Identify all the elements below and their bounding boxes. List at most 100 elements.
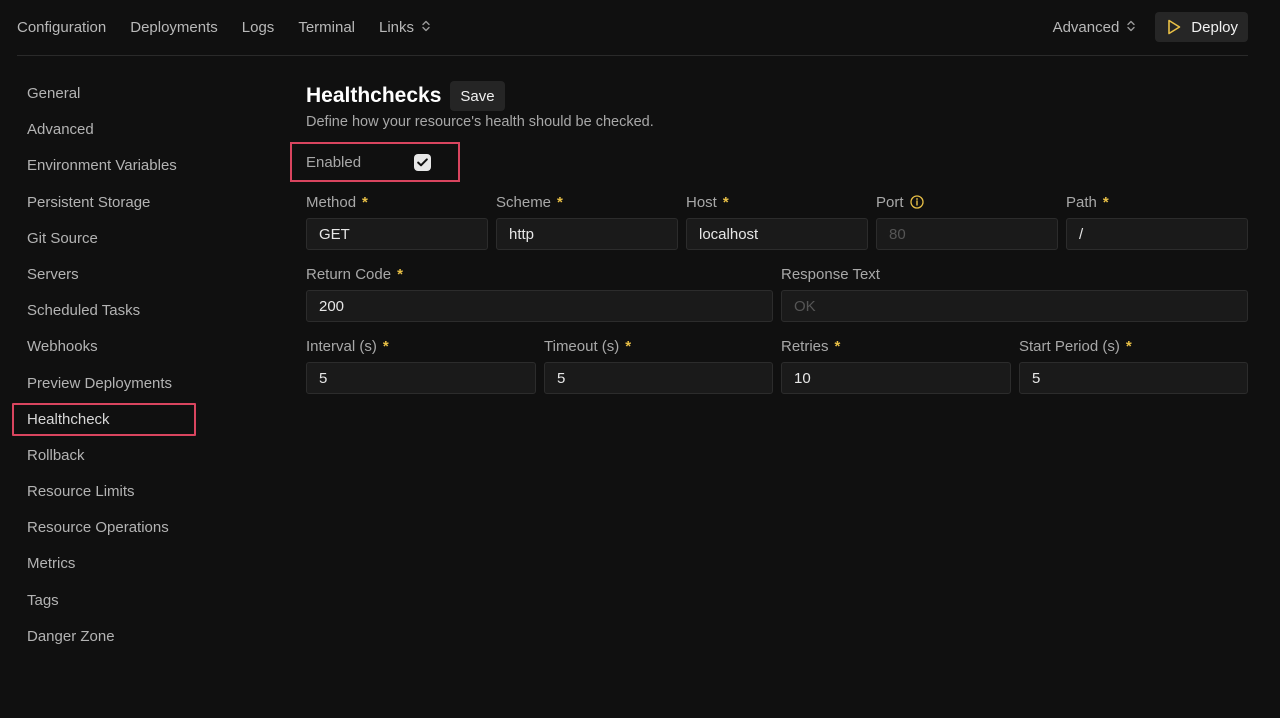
enabled-toggle-row: Enabled (290, 142, 460, 182)
enabled-label: Enabled (306, 153, 362, 171)
page-title: Healthchecks (306, 84, 442, 107)
sidebar-item-resource-limits[interactable]: Resource Limits (12, 475, 196, 508)
sidebar-item-general[interactable]: General (12, 77, 196, 110)
chevron-up-down-icon (422, 20, 430, 35)
method-label: Method * (306, 192, 488, 212)
scheme-label: Scheme * (496, 192, 678, 212)
path-label-text: Path (1066, 193, 1097, 211)
nav-deployments[interactable]: Deployments (130, 19, 218, 36)
sidebar-item-healthcheck[interactable]: Healthcheck (12, 402, 196, 436)
sidebar-item-webhooks[interactable]: Webhooks (12, 330, 196, 363)
sidebar-item-label: Danger Zone (27, 627, 115, 645)
interval-field: Interval (s) * 5 (306, 336, 536, 394)
method-label-text: Method (306, 193, 357, 211)
nav-configuration-label: Configuration (17, 18, 107, 36)
port-input[interactable]: 80 (876, 218, 1058, 250)
response-text-input[interactable]: OK (781, 290, 1248, 322)
host-label-text: Host (686, 193, 717, 211)
nav-links-label: Links (379, 18, 415, 36)
nav-configuration[interactable]: Configuration (17, 19, 106, 36)
nav-logs-label: Logs (241, 18, 275, 36)
sidebar-item-scheduled-tasks[interactable]: Scheduled Tasks (12, 294, 196, 327)
sidebar-item-label: Advanced (27, 121, 94, 139)
top-navigation: Configuration Deployments Logs Terminal … (0, 0, 1280, 56)
nav-deployments-label: Deployments (130, 18, 218, 36)
healthchecks-panel: Healthchecks Save Define how your resour… (290, 80, 1248, 394)
sidebar-item-danger-zone[interactable]: Danger Zone (12, 620, 196, 653)
scheme-input[interactable]: http (496, 218, 678, 250)
sidebar-item-metrics[interactable]: Metrics (12, 547, 196, 580)
response-text-label-text: Response Text (781, 265, 880, 283)
sidebar-item-label: Preview Deployments (27, 374, 173, 392)
sidebar-item-resource-operations[interactable]: Resource Operations (12, 511, 196, 544)
required-marker: * (557, 193, 563, 211)
sidebar-item-label: Servers (27, 265, 79, 283)
sidebar-item-git-source[interactable]: Git Source (12, 222, 196, 255)
timeout-field: Timeout (s) * 5 (544, 336, 773, 394)
top-nav-actions: Advanced Deploy (1053, 12, 1248, 42)
sidebar-item-label: Resource Operations (27, 519, 169, 537)
play-icon (1168, 19, 1181, 35)
sidebar-item-label: Metrics (27, 555, 76, 573)
save-button[interactable]: Save (450, 81, 505, 111)
sidebar-item-label: Scheduled Tasks (27, 302, 141, 320)
host-input[interactable]: localhost (686, 218, 868, 250)
start-period-input[interactable]: 5 (1019, 362, 1248, 394)
sidebar-item-label: Tags (27, 591, 59, 609)
nav-links-dropdown[interactable]: Links (379, 19, 430, 36)
method-input[interactable]: GET (306, 218, 488, 250)
retries-input[interactable]: 10 (781, 362, 1011, 394)
sidebar-item-label: Resource Limits (27, 483, 135, 501)
info-icon[interactable] (909, 195, 924, 209)
start-period-label-text: Start Period (s) (1019, 337, 1120, 355)
return-code-input[interactable]: 200 (306, 290, 773, 322)
port-field: Port 80 (876, 192, 1058, 250)
retries-label-text: Retries (781, 337, 829, 355)
sidebar-item-label: Rollback (27, 446, 85, 464)
chevron-up-down-icon (1127, 20, 1135, 35)
sidebar-item-preview-deployments[interactable]: Preview Deployments (12, 367, 196, 400)
advanced-dropdown[interactable]: Advanced (1053, 19, 1136, 36)
path-label: Path * (1066, 192, 1248, 212)
sidebar-item-label: Environment Variables (27, 157, 177, 175)
deploy-button[interactable]: Deploy (1155, 12, 1248, 42)
port-label-text: Port (876, 193, 904, 211)
sidebar-item-environment-variables[interactable]: Environment Variables (12, 149, 196, 182)
start-period-field: Start Period (s) * 5 (1019, 336, 1248, 394)
nav-logs[interactable]: Logs (242, 19, 275, 36)
response-text-field: Response Text OK (781, 264, 1248, 322)
return-code-label-text: Return Code (306, 265, 392, 283)
response-text-label: Response Text (781, 264, 1248, 284)
required-marker: * (362, 193, 368, 211)
sidebar-item-label: Healthcheck (27, 410, 110, 428)
path-field: Path * / (1066, 192, 1248, 250)
sidebar-item-tags[interactable]: Tags (12, 584, 196, 617)
required-marker: * (834, 337, 841, 355)
interval-input[interactable]: 5 (306, 362, 536, 394)
timeout-input[interactable]: 5 (544, 362, 773, 394)
timeout-label: Timeout (s) * (544, 336, 773, 356)
sidebar-item-advanced[interactable]: Advanced (12, 113, 196, 146)
required-marker: * (1102, 193, 1109, 211)
start-period-label: Start Period (s) * (1019, 336, 1248, 356)
scheme-label-text: Scheme (496, 193, 552, 211)
method-field: Method * GET (306, 192, 488, 250)
interval-label: Interval (s) * (306, 336, 536, 356)
sidebar-item-servers[interactable]: Servers (12, 258, 196, 291)
timeout-label-text: Timeout (s) (544, 337, 620, 355)
nav-terminal-label: Terminal (298, 18, 355, 36)
sidebar-item-persistent-storage[interactable]: Persistent Storage (12, 186, 196, 219)
required-marker: * (625, 337, 632, 355)
required-marker: * (1125, 337, 1132, 355)
retries-label: Retries * (781, 336, 1011, 356)
enabled-checkbox[interactable] (414, 153, 431, 171)
settings-sidebar: General Advanced Environment Variables P… (12, 77, 196, 656)
sidebar-item-label: General (27, 85, 81, 102)
path-input[interactable]: / (1066, 218, 1248, 250)
scheme-field: Scheme * http (496, 192, 678, 250)
return-code-label: Return Code * (306, 264, 773, 284)
retries-field: Retries * 10 (781, 336, 1011, 394)
nav-terminal[interactable]: Terminal (298, 19, 355, 36)
host-field: Host * localhost (686, 192, 868, 250)
sidebar-item-rollback[interactable]: Rollback (12, 439, 196, 472)
